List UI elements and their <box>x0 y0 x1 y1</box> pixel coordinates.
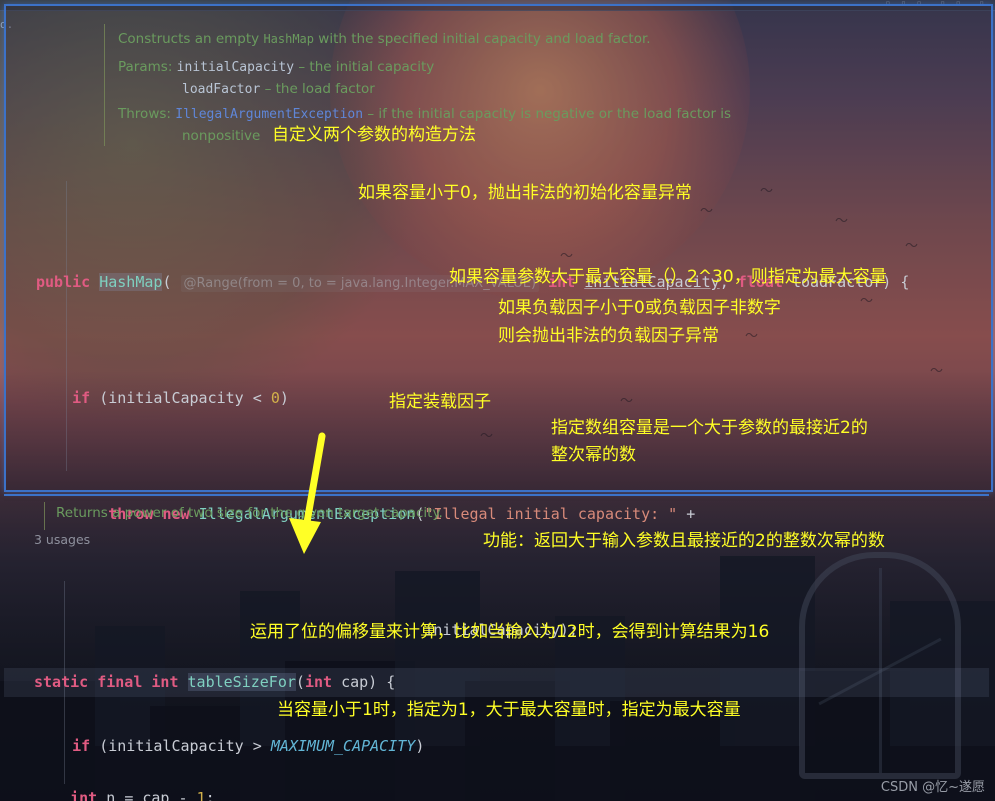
annotation-constructor: 自定义两个参数的构造方法 <box>272 125 476 145</box>
usages-count-label[interactable]: 3 usages <box>34 532 90 547</box>
annotation-shift: 运用了位的偏移量来计算，比如当输入为12时，会得到计算结果为16 <box>250 622 770 642</box>
javadoc-left-bar-2 <box>44 502 45 530</box>
code-indent-guide <box>66 181 67 471</box>
javadoc-summary: Constructs an empty HashMap with the spe… <box>118 28 651 50</box>
annotation-loadfactor-2: 则会抛出非法的负载因子异常 <box>498 326 719 346</box>
annotation-set-loadfactor: 指定装载因子 <box>389 392 491 412</box>
annotation-threshold-2: 整次幂的数 <box>551 445 636 465</box>
javadoc-param2-row: loadFactor – the load factor <box>182 78 375 101</box>
javadoc-summary-tablesizefor: Returns a power of two size for the give… <box>56 505 443 521</box>
javadoc-params-row: Params: initialCapacity – the initial ca… <box>118 56 434 79</box>
javadoc-throws-desc: – if the initial capacity is negative or… <box>363 106 732 122</box>
code-line-tablesizefor-signature[interactable]: static final int tableSizeFor(int cap) { <box>4 668 989 697</box>
javadoc-param-initialcapacity-desc: – the initial capacity <box>294 59 435 75</box>
annotation-bounds: 当容量小于1时，指定为1，大于最大容量时，指定为最大容量 <box>277 700 741 720</box>
javadoc-summary-type: HashMap <box>263 32 315 46</box>
annotation-function: 功能：返回大于输入参数且最接近的2的整数次幂的数 <box>483 531 885 551</box>
javadoc-left-bar <box>104 24 105 146</box>
annotation-threshold-1: 指定数组容量是一个大于参数的最接近2的 <box>551 418 868 438</box>
javadoc-param-loadfactor-desc: – the load factor <box>260 81 375 97</box>
code-block-tablesizefor[interactable]: static final int tableSizeFor(int cap) {… <box>4 552 989 801</box>
javadoc-throws-label: Throws: <box>118 106 171 122</box>
code-line-if-capacity-negative[interactable]: if (initialCapacity < 0) <box>6 384 991 413</box>
annotation-loadfactor-1: 如果负载因子小于0或负载因子非数字 <box>498 298 781 318</box>
code-line-int-n[interactable]: int n = cap - 1; <box>4 784 989 801</box>
javadoc-summary-post: with the specified initial capacity and … <box>314 31 651 47</box>
csdn-watermark: CSDN @忆~遂愿 <box>880 780 985 795</box>
javadoc-throws-type: IllegalArgumentException <box>175 107 364 122</box>
javadoc-params-label: Params: <box>118 59 173 75</box>
javadoc-throws-desc2: nonpositive <box>182 128 261 144</box>
annotation-capacity-negative: 如果容量小于0，抛出非法的初始化容量异常 <box>358 183 692 203</box>
javadoc-param-loadfactor: loadFactor <box>182 82 261 97</box>
annotation-capacity-max: 如果容量参数大于最大容量（）2^30，则指定为最大容量 <box>449 267 887 287</box>
javadoc-param-initialcapacity: initialCapacity <box>176 60 295 75</box>
screenshot-root: 〜 〜 〜 〜 〜 〜 〜 〜 〜 〜 〜 〜 ▫ ▫ ▫ ▫ ▫ ▫ d. C… <box>0 0 995 801</box>
javadoc-summary-pre: Constructs an empty <box>118 31 264 47</box>
